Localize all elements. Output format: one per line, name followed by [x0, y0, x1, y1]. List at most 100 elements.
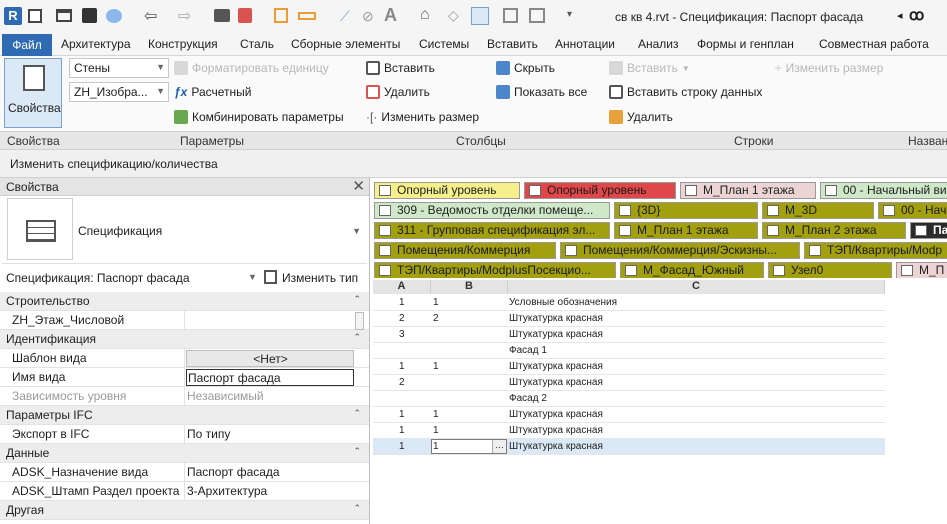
tab-annotate[interactable]: Аннотации [555, 37, 615, 51]
row-delete-button[interactable]: Удалить [609, 110, 673, 124]
property-value[interactable] [186, 312, 354, 329]
view-tab[interactable]: М_3D [762, 202, 874, 219]
print-icon[interactable] [214, 9, 230, 22]
view-tab[interactable]: Помещения/Коммерция/Эскизны... [560, 242, 800, 259]
table-cell[interactable]: Штукатурка красная [509, 441, 603, 452]
property-row[interactable]: Экспорт в IFC По типу [0, 425, 369, 444]
tab-architecture[interactable]: Архитектура [61, 37, 131, 51]
view-tab[interactable]: 00 - Нача [878, 202, 947, 219]
column-insert-button[interactable]: Вставить [366, 61, 435, 75]
table-cell[interactable]: 1 [399, 297, 405, 308]
property-group[interactable]: Данные ⌃ [0, 444, 369, 463]
collapse-icon[interactable]: ⌃ [353, 294, 361, 305]
table-cell[interactable]: Фасад 2 [509, 393, 547, 404]
property-row[interactable]: ADSK_Штамп Раздел проекта 3-Архитектура [0, 482, 369, 501]
table-cell[interactable]: Штукатурка красная [509, 361, 603, 372]
revit-logo-icon[interactable]: R [4, 7, 22, 25]
chevron-left-icon[interactable]: ◂ [897, 9, 903, 22]
table-cell[interactable]: 1 [399, 409, 405, 420]
table-row[interactable]: Фасад 1 [373, 343, 885, 359]
table-row[interactable]: 1 1 Условные обозначения [373, 295, 885, 311]
category-combo[interactable]: Стены ▼ [69, 58, 169, 78]
view-tab[interactable]: М_План 1 этажа [680, 182, 816, 199]
row-resize-button[interactable]: ÷ Изменить размер [775, 61, 883, 75]
property-group[interactable]: Другая ⌃ [0, 501, 369, 520]
column-resize-button[interactable]: ·[· Изменить размер [366, 110, 479, 124]
column-header-c[interactable]: C [508, 280, 885, 294]
table-row[interactable]: 1 1 Штукатурка красная [373, 407, 885, 423]
tab-massing-site[interactable]: Формы и генплан [697, 37, 794, 51]
ellipsis-button[interactable]: … [492, 440, 506, 453]
property-group[interactable]: Строительство ⌃ [0, 292, 369, 311]
view-tab[interactable]: М_План 2 этажа [762, 222, 906, 239]
calculated-button[interactable]: ƒx Расчетный [174, 85, 251, 99]
table-cell[interactable]: 1 [399, 441, 405, 452]
table-row[interactable]: Фасад 2 [373, 391, 885, 407]
property-value[interactable]: Паспорт фасада [186, 369, 354, 386]
view-tab[interactable]: Узел0 [768, 262, 892, 278]
table-cell[interactable]: 1 [433, 441, 439, 452]
table-cell[interactable]: Фасад 1 [509, 345, 547, 356]
menu-icon[interactable] [28, 9, 42, 23]
table-cell[interactable]: 1 [433, 409, 439, 420]
tab-precast[interactable]: Сборные элементы [291, 37, 400, 51]
collapse-icon[interactable]: ⌃ [353, 332, 361, 343]
measure-icon[interactable] [274, 8, 288, 23]
table-cell[interactable]: Условные обозначения [509, 297, 617, 308]
table-cell[interactable]: Штукатурка красная [509, 329, 603, 340]
property-value[interactable]: <Нет> [186, 350, 354, 367]
table-cell[interactable]: 1 [433, 297, 439, 308]
home-icon[interactable]: ⌂ [420, 6, 430, 24]
table-cell[interactable]: Штукатурка красная [509, 409, 603, 420]
property-value[interactable]: Независимый [186, 388, 354, 405]
open-icon[interactable] [56, 9, 72, 22]
table-cell[interactable]: 2 [399, 377, 405, 388]
cell-editor[interactable]: … [431, 439, 507, 454]
line-icon[interactable]: ⟋ [340, 8, 350, 25]
property-row[interactable]: ADSK_Назначение вида Паспорт фасада [0, 463, 369, 482]
view-tab[interactable]: М_П [896, 262, 947, 278]
tab-collaborate[interactable]: Совместная работа [819, 37, 929, 51]
table-row[interactable]: 3 Штукатурка красная [373, 327, 885, 343]
property-group[interactable]: Параметры IFC ⌃ [0, 406, 369, 425]
insert-data-row-button[interactable]: Вставить строку данных [609, 85, 762, 99]
view-tab[interactable]: 309 - Ведомость отделки помеще... [374, 202, 610, 219]
tab-steel[interactable]: Сталь [240, 37, 274, 51]
tab-analyze[interactable]: Анализ [638, 37, 679, 51]
table-cell[interactable]: 1 [399, 425, 405, 436]
show-all-button[interactable]: Показать все [496, 85, 587, 99]
text-icon[interactable]: A [384, 5, 397, 26]
customize-icon[interactable]: ▾ [567, 9, 572, 20]
combine-params-button[interactable]: Комбинировать параметры [174, 110, 344, 124]
view-tab[interactable]: ТЭП/Квартиры/ModplusПосекцио... [374, 262, 616, 278]
property-group[interactable]: Идентификация ⌃ [0, 330, 369, 349]
tab-systems[interactable]: Системы [419, 37, 469, 51]
switch-windows-icon[interactable] [471, 7, 489, 25]
view-tab[interactable]: М_Фасад_Южный [620, 262, 764, 278]
column-header-a[interactable]: A [373, 280, 431, 294]
table-cell[interactable]: Штукатурка красная [509, 377, 603, 388]
close-icon[interactable]: ✕ [352, 177, 365, 195]
table-cell[interactable]: Штукатурка красная [509, 425, 603, 436]
property-row[interactable]: ZH_Этаж_Числовой [0, 311, 369, 330]
type-selector[interactable]: Спецификация ▼ [2, 198, 367, 264]
table-row[interactable]: 2 Штукатурка красная [373, 375, 885, 391]
table-cell[interactable]: 1 [399, 361, 405, 372]
redo-icon[interactable]: ⇨ [178, 6, 191, 26]
view-template-combo[interactable]: ZH_Изобра... ▼ [69, 82, 169, 102]
property-value[interactable]: Паспорт фасада [186, 464, 354, 481]
tile-icon[interactable] [529, 8, 545, 23]
table-row[interactable]: 1 1 Штукатурка красная… [373, 439, 885, 455]
property-row[interactable]: Имя вида Паспорт фасада [0, 368, 369, 387]
collapse-icon[interactable]: ⌃ [353, 408, 361, 419]
property-value[interactable]: По типу [186, 426, 354, 443]
property-row[interactable]: Зависимость уровня Независимый [0, 387, 369, 406]
hide-button[interactable]: Скрыть [496, 61, 555, 75]
table-cell[interactable]: 3 [399, 329, 405, 340]
collapse-icon[interactable]: ⌃ [353, 503, 361, 514]
view-tab[interactable]: Опорный уровень [524, 182, 676, 199]
property-value[interactable]: 3-Архитектура [186, 483, 354, 500]
column-delete-button[interactable]: Удалить [366, 85, 430, 99]
save-icon[interactable] [82, 8, 97, 23]
edit-type-button[interactable]: Изменить тип [264, 268, 364, 288]
